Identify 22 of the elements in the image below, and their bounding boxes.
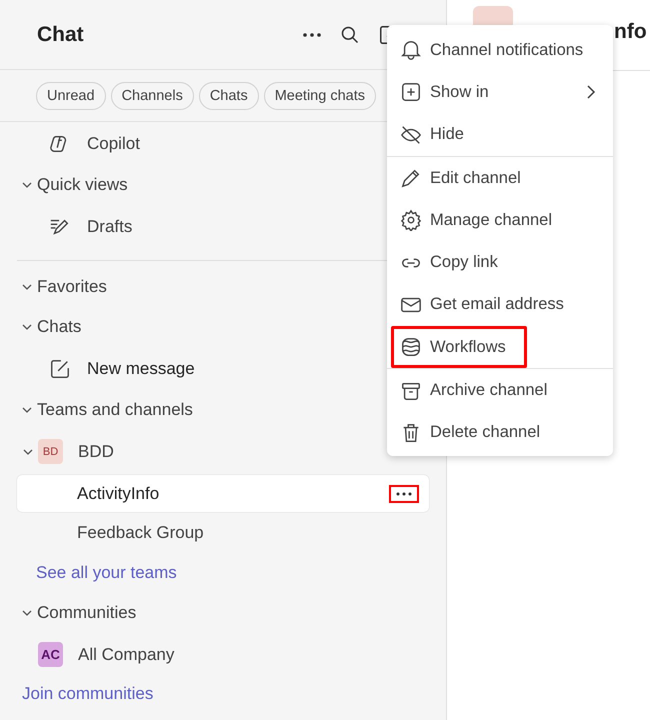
filter-chip[interactable]: Meeting chats <box>264 82 376 110</box>
filter-chip[interactable]: Chats <box>198 82 259 110</box>
menu-item[interactable]: Hide <box>391 114 609 156</box>
team-name[interactable]: BDD <box>78 442 114 462</box>
sidebar-item[interactable]: New message <box>87 358 195 378</box>
filter-chip[interactable]: Channels <box>110 82 194 110</box>
filter-chip[interactable]: Unread <box>36 82 106 110</box>
menu-item[interactable]: Show in <box>391 71 609 114</box>
link[interactable]: See all your teams <box>36 563 177 583</box>
link[interactable]: Join communities <box>22 684 154 704</box>
channel-item[interactable]: ActivityInfo <box>17 475 429 512</box>
menu-item[interactable]: Channel notifications <box>391 29 609 72</box>
channel-item[interactable]: Feedback Group <box>17 514 429 551</box>
pane-title: Chat <box>37 22 84 46</box>
section-header[interactable]: Communities <box>17 593 429 633</box>
sidebar-item[interactable]: Copilot <box>87 134 140 154</box>
team-avatar: BD <box>38 439 63 464</box>
menu-item[interactable]: Workflows <box>391 326 527 368</box>
team-avatar: AC <box>38 642 63 667</box>
channel-title: nfo <box>614 20 647 44</box>
team-name[interactable]: All Company <box>78 644 174 664</box>
sidebar-item[interactable]: Drafts <box>87 216 132 236</box>
